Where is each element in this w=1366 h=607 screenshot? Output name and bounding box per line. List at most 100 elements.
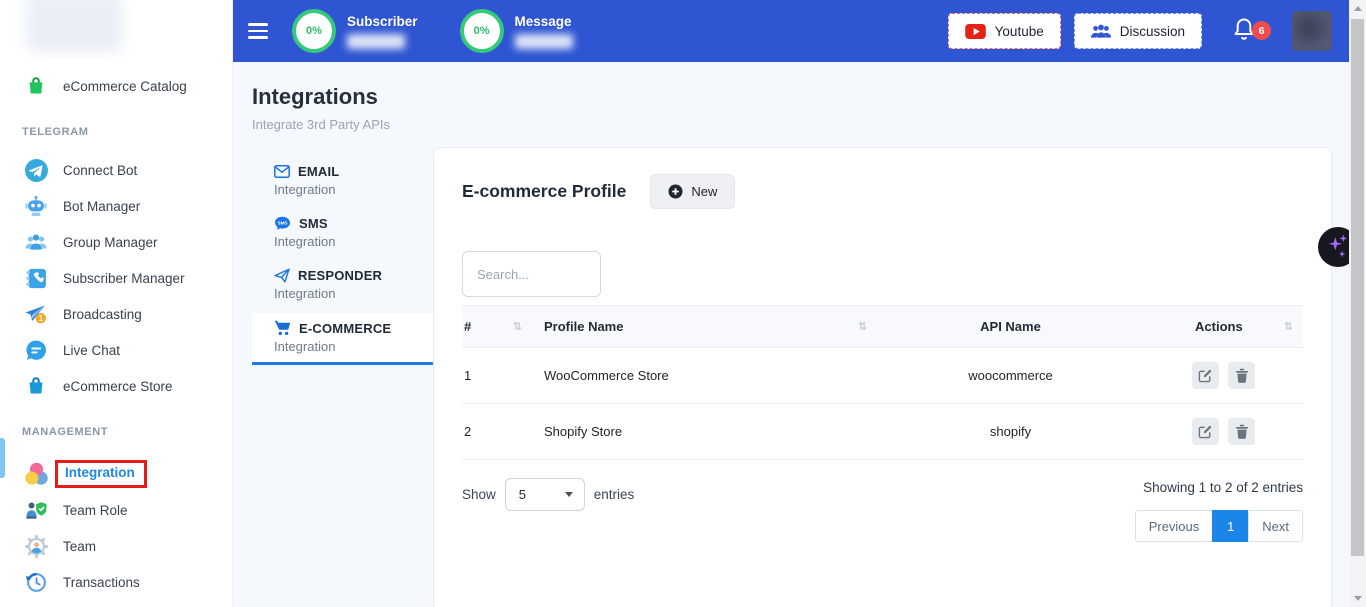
- sidebar-item-label: Team: [63, 539, 96, 554]
- svg-text:1: 1: [38, 314, 43, 323]
- page-size-value: 5: [519, 487, 526, 502]
- sidebar-item-ecommerce-catalog[interactable]: eCommerce Catalog: [0, 68, 232, 104]
- edit-button[interactable]: [1192, 418, 1219, 445]
- search-input[interactable]: [462, 251, 601, 297]
- message-stat-label: Message: [515, 14, 573, 29]
- sort-icon[interactable]: ⇅: [513, 320, 522, 333]
- column-header-num: #: [464, 319, 471, 334]
- subscriber-percent: 0%: [306, 25, 322, 37]
- scroll-up-arrow[interactable]: [1349, 0, 1366, 17]
- edit-button[interactable]: [1192, 362, 1219, 389]
- sidebar-item-team-role[interactable]: Team Role: [0, 492, 232, 528]
- discussion-button-label: Discussion: [1120, 24, 1185, 39]
- telegram-icon: [22, 157, 50, 183]
- sidebar-item-label: Transactions: [63, 575, 140, 590]
- message-stat: 0% Message: [460, 9, 573, 53]
- subscriber-stat: 0% Subscriber: [292, 9, 418, 53]
- active-item-indicator: [0, 438, 5, 478]
- api-name-cell: woocommerce: [877, 348, 1152, 404]
- edit-pencil-icon: [1198, 368, 1213, 383]
- notifications-button[interactable]: 6: [1232, 16, 1262, 46]
- browser-scrollbar[interactable]: [1349, 0, 1366, 607]
- subnav-item-responder[interactable]: RESPONDER Integration: [252, 261, 433, 309]
- history-clock-icon: [22, 569, 50, 595]
- app-logo[interactable]: [0, 0, 232, 58]
- sidebar-item-label: Group Manager: [63, 235, 158, 250]
- sidebar-item-transactions[interactable]: Transactions: [0, 564, 232, 600]
- people-group-icon: [22, 229, 50, 255]
- sidebar-item-subscriber-manager[interactable]: Subscriber Manager: [0, 260, 232, 296]
- column-header-profile-name: Profile Name: [544, 319, 623, 334]
- subnav-item-ecommerce[interactable]: E-COMMERCE Integration: [252, 313, 433, 365]
- sidebar-item-ecommerce-store[interactable]: eCommerce Store: [0, 368, 232, 404]
- pagination-previous[interactable]: Previous: [1135, 510, 1214, 542]
- table-header-row: #⇅ Profile Name⇅ API Name Actions⇅: [462, 306, 1303, 348]
- shopping-bag-green-icon: [22, 73, 50, 99]
- subnav-item-subtitle: Integration: [274, 286, 433, 301]
- sidebar-item-broadcasting[interactable]: 1 Broadcasting: [0, 296, 232, 332]
- menu-toggle-icon[interactable]: [248, 19, 270, 42]
- youtube-button[interactable]: Youtube: [948, 13, 1061, 49]
- message-value-blurred: [515, 34, 573, 49]
- sparkles-icon: [1327, 233, 1349, 261]
- column-header-api-name: API Name: [980, 319, 1041, 334]
- sidebar-item-label: Integration: [65, 465, 135, 480]
- sidebar-item-bot-manager[interactable]: Bot Manager: [0, 188, 232, 224]
- youtube-icon: [965, 24, 986, 39]
- subnav-item-subtitle: Integration: [274, 182, 433, 197]
- trash-icon: [1235, 368, 1249, 383]
- show-label: Show: [462, 487, 496, 502]
- annotation-highlight-box: Integration: [55, 460, 147, 488]
- sidebar-item-live-chat[interactable]: Live Chat: [0, 332, 232, 368]
- subnav-item-title: SMS: [299, 216, 328, 231]
- page-size-select[interactable]: 5: [505, 478, 585, 511]
- cart-icon: [274, 320, 291, 336]
- sidebar-item-group-manager[interactable]: Group Manager: [0, 224, 232, 260]
- sidebar-item-team[interactable]: Team: [0, 528, 232, 564]
- subnav-item-email[interactable]: EMAIL Integration: [252, 157, 433, 205]
- logo-blurred: [26, 0, 122, 52]
- sort-icon[interactable]: ⇅: [1284, 320, 1293, 333]
- sidebar-item-connect-bot[interactable]: Connect Bot: [0, 152, 232, 188]
- sidebar-item-label: Connect Bot: [63, 163, 137, 178]
- robot-icon: [22, 193, 50, 219]
- page-subtitle: Integrate 3rd Party APIs: [252, 117, 1366, 132]
- new-profile-button[interactable]: New: [650, 174, 735, 209]
- profile-name-cell: Shopify Store: [532, 404, 877, 460]
- pagination-page-1[interactable]: 1: [1212, 510, 1249, 542]
- api-name-cell: shopify: [877, 404, 1152, 460]
- delete-button[interactable]: [1228, 362, 1255, 389]
- subnav-item-title: E-COMMERCE: [299, 321, 391, 336]
- pagination: Previous 1 Next: [1135, 510, 1303, 542]
- sidebar-item-label: Bot Manager: [63, 199, 140, 214]
- shopping-bag-blue-icon: [22, 373, 50, 399]
- sidebar-item-label: Subscriber Manager: [63, 271, 185, 286]
- broadcast-plane-icon: 1: [22, 301, 50, 327]
- sidebar-item-integration[interactable]: Integration: [0, 456, 232, 492]
- contact-book-phone-icon: [22, 265, 50, 291]
- user-avatar[interactable]: [1292, 11, 1332, 51]
- envelope-icon: [274, 165, 290, 178]
- profile-name-cell: WooCommerce Store: [532, 348, 877, 404]
- sort-icon[interactable]: ⇅: [858, 320, 867, 333]
- notification-count-badge: 6: [1252, 21, 1271, 40]
- scrollbar-thumb[interactable]: [1351, 19, 1364, 556]
- plus-circle-icon: [668, 184, 683, 199]
- subnav-item-subtitle: Integration: [274, 234, 433, 249]
- topbar: 0% Subscriber 0% Message Youtube Discuss…: [233, 0, 1366, 62]
- sidebar: eCommerce Catalog TELEGRAM Connect Bot B…: [0, 0, 233, 607]
- subnav-item-title: EMAIL: [298, 164, 339, 179]
- edit-pencil-icon: [1198, 424, 1213, 439]
- delete-button[interactable]: [1228, 418, 1255, 445]
- subnav-item-sms[interactable]: SMS SMS Integration: [252, 209, 433, 257]
- pagination-next[interactable]: Next: [1248, 510, 1303, 542]
- discussion-button[interactable]: Discussion: [1074, 13, 1202, 49]
- sidebar-section-management: MANAGEMENT: [22, 420, 232, 444]
- message-progress-ring: 0%: [460, 9, 504, 53]
- sms-bubble-icon: SMS: [274, 216, 291, 231]
- entries-label: entries: [594, 487, 635, 502]
- scroll-down-arrow[interactable]: [1349, 590, 1366, 607]
- sidebar-section-telegram: TELEGRAM: [22, 120, 232, 144]
- showing-entries-text: Showing 1 to 2 of 2 entries: [1135, 480, 1303, 495]
- ecommerce-profile-card: E-commerce Profile New #⇅ Profile Name⇅ …: [433, 147, 1332, 607]
